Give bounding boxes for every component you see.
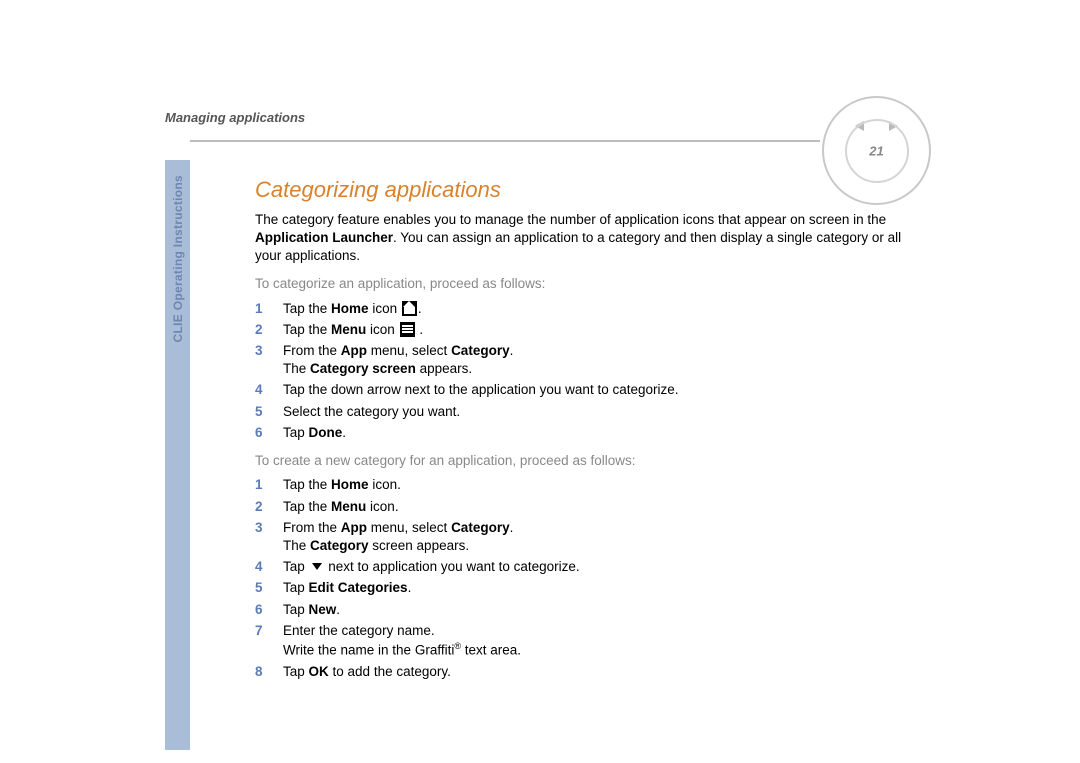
procedure-1-steps: Tap the Home icon . Tap the Menu icon . … — [255, 300, 915, 443]
procedure-2-steps: Tap the Home icon. Tap the Menu icon. Fr… — [255, 476, 915, 681]
page-number: 21 — [869, 143, 883, 158]
step: Enter the category name. Write the name … — [255, 622, 915, 660]
procedure-1-lead: To categorize an application, proceed as… — [255, 275, 915, 293]
home-icon — [402, 301, 417, 316]
menu-icon — [400, 322, 415, 337]
step: Tap New. — [255, 601, 915, 619]
header-rule — [190, 140, 820, 142]
down-arrow-icon — [312, 563, 322, 570]
registered-mark: ® — [454, 641, 461, 651]
intro-paragraph: The category feature enables you to mana… — [255, 211, 915, 266]
step: Tap the Home icon . — [255, 300, 915, 318]
step: Tap the Menu icon . — [255, 321, 915, 339]
step: Tap Done. — [255, 424, 915, 442]
step: Select the category you want. — [255, 403, 915, 421]
step: Tap Edit Categories. — [255, 579, 915, 597]
chapter-title: Managing applications — [165, 110, 945, 125]
step: Tap the down arrow next to the applicati… — [255, 381, 915, 399]
sidebar-label: CLIE Operating Instructions — [171, 175, 185, 342]
step: From the App menu, select Category. The … — [255, 342, 915, 378]
step: Tap the Home icon. — [255, 476, 915, 494]
section-title: Categorizing applications — [255, 175, 915, 205]
sidebar-tab: CLIE Operating Instructions — [165, 160, 190, 750]
step: Tap the Menu icon. — [255, 498, 915, 516]
procedure-2-lead: To create a new category for an applicat… — [255, 452, 915, 470]
step: Tap OK to add the category. — [255, 663, 915, 681]
step: Tap next to application you want to cate… — [255, 558, 915, 576]
step: From the App menu, select Category. The … — [255, 519, 915, 555]
